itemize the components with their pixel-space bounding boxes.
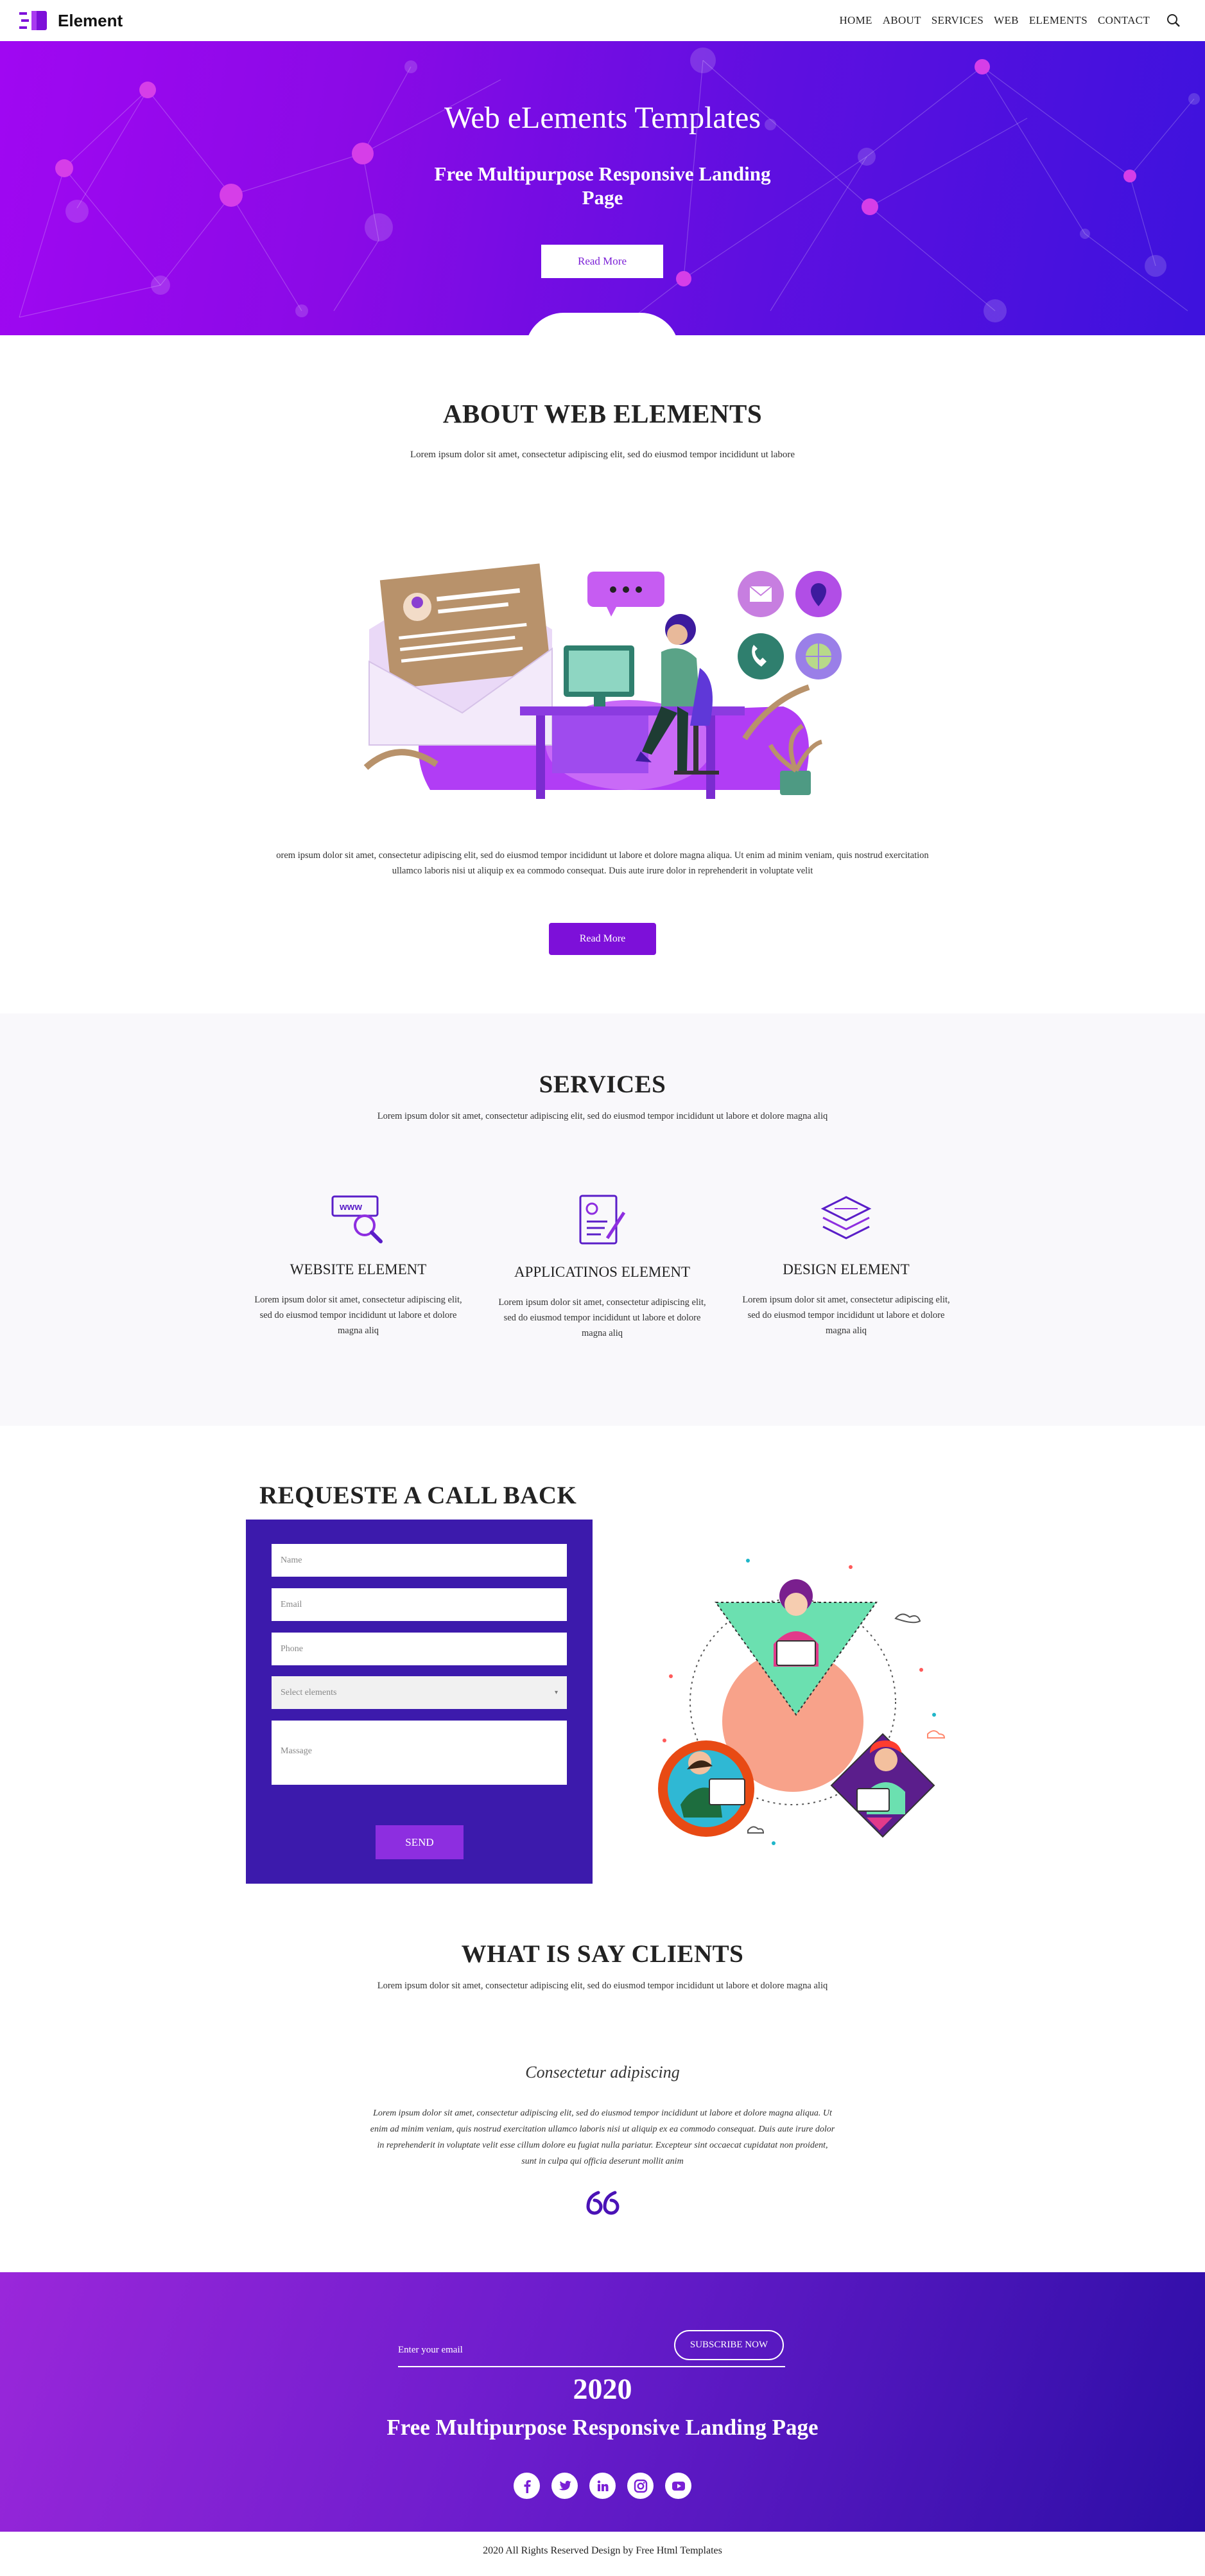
about-title: ABOUT WEB ELEMENTS [442, 399, 763, 428]
about-paragraph: orem ipsum dolor sit amet, consectetur a… [276, 850, 929, 876]
instagram-icon[interactable] [627, 2473, 654, 2499]
navbar: Element HOME ABOUT SERVICES WEB ELEMENTS… [0, 0, 1205, 41]
nav-item-elements[interactable]: ELEMENTS [1029, 14, 1088, 27]
subscribe-underline [398, 2366, 785, 2367]
facebook-icon[interactable] [514, 2473, 540, 2499]
service-description: Lorem ipsum dolor sit amet, consectetur … [498, 1297, 706, 1338]
subscribe-email-input[interactable]: Enter your email [398, 2345, 463, 2356]
send-button[interactable]: SEND [376, 1825, 464, 1859]
service-card-applications: APPLICATINOS ELEMENT Lorem ipsum dolor s… [493, 1193, 711, 1341]
hero-banner: Web eLements Templates Free Multipurpose… [0, 41, 1205, 335]
chevron-down-icon: ▾ [554, 1689, 558, 1696]
footer-tagline: Free Multipurpose Responsive Landing Pag… [386, 2415, 819, 2440]
copyright-text: 2020 All Rights Reserved Design by Free … [483, 2545, 722, 2556]
service-card-website: www WEBSITE ELEMENT Lorem ipsum dolor si… [249, 1193, 467, 1338]
email-field[interactable]: Email [272, 1588, 567, 1621]
footer: Enter your email SUBSCRIBE NOW 2020 Free… [0, 2272, 1205, 2532]
about-read-more-button[interactable]: Read More [549, 923, 656, 955]
about-subtitle: Lorem ipsum dolor sit amet, consectetur … [410, 450, 795, 460]
footer-year: 2020 [573, 2372, 632, 2405]
brand-name: Element [58, 10, 123, 30]
quote-icon [586, 2191, 620, 2215]
callback-form: Name Email Phone Select elements ▾ Massa… [246, 1520, 593, 1884]
select-value: Select elements [281, 1687, 337, 1697]
message-field[interactable]: Massage [272, 1721, 567, 1785]
social-links [514, 2473, 691, 2499]
nav-item-web[interactable]: WEB [994, 14, 1019, 27]
services-subtitle: Lorem ipsum dolor sit amet, consectetur … [377, 1111, 828, 1121]
hero-read-more-button[interactable]: Read More [541, 245, 663, 278]
twitter-icon[interactable] [551, 2473, 578, 2499]
clients-subtitle: Lorem ipsum dolor sit amet, consectetur … [377, 1981, 828, 1991]
service-name: DESIGN ELEMENT [783, 1261, 910, 1277]
office-worker-illustration [363, 563, 842, 799]
nav-item-home[interactable]: HOME [839, 14, 872, 27]
layers-icon [820, 1196, 872, 1240]
brand-icon [19, 11, 47, 30]
search-icon[interactable] [1166, 13, 1181, 28]
document-profile-icon [579, 1195, 626, 1245]
service-name: APPLICATINOS ELEMENT [514, 1264, 691, 1280]
nav-item-about[interactable]: ABOUT [883, 14, 921, 27]
service-description: Lorem ipsum dolor sit amet, consectetur … [742, 1295, 950, 1336]
hero-notch [525, 313, 679, 335]
hero-title: Web eLements Templates [444, 101, 761, 135]
services-section: SERVICES Lorem ipsum dolor sit amet, con… [0, 1013, 1205, 1426]
nav-menu: HOME ABOUT SERVICES WEB ELEMENTS CONTACT [839, 13, 1181, 28]
callback-title: REQUESTE A CALL BACK [259, 1482, 577, 1509]
svg-text:www: www [339, 1202, 362, 1213]
brand-logo[interactable]: Element [19, 11, 123, 31]
nav-item-contact[interactable]: CONTACT [1098, 14, 1150, 27]
service-name: WEBSITE ELEMENT [290, 1261, 427, 1277]
phone-field[interactable]: Phone [272, 1633, 567, 1665]
nav-item-services[interactable]: SERVICES [932, 14, 984, 27]
hero-subtitle: Free Multipurpose Responsive Landing Pag… [434, 162, 771, 209]
services-title: SERVICES [539, 1071, 666, 1098]
service-card-design: DESIGN ELEMENT Lorem ipsum dolor sit ame… [737, 1193, 955, 1338]
youtube-icon[interactable] [665, 2473, 691, 2499]
client-name: Consectetur adipiscing [525, 2063, 680, 2081]
clients-title: WHAT IS SAY CLIENTS [461, 1940, 744, 1968]
elements-select[interactable]: Select elements ▾ [272, 1676, 567, 1709]
www-search-icon: www [331, 1195, 383, 1243]
subscribe-button[interactable]: SUBSCRIBE NOW [674, 2330, 784, 2360]
client-testimonial: Lorem ipsum dolor sit amet, consectetur … [370, 2108, 835, 2166]
name-field[interactable]: Name [272, 1544, 567, 1577]
service-description: Lorem ipsum dolor sit amet, consectetur … [254, 1295, 462, 1336]
remote-team-illustration [658, 1559, 946, 1845]
linkedin-icon[interactable] [589, 2473, 616, 2499]
